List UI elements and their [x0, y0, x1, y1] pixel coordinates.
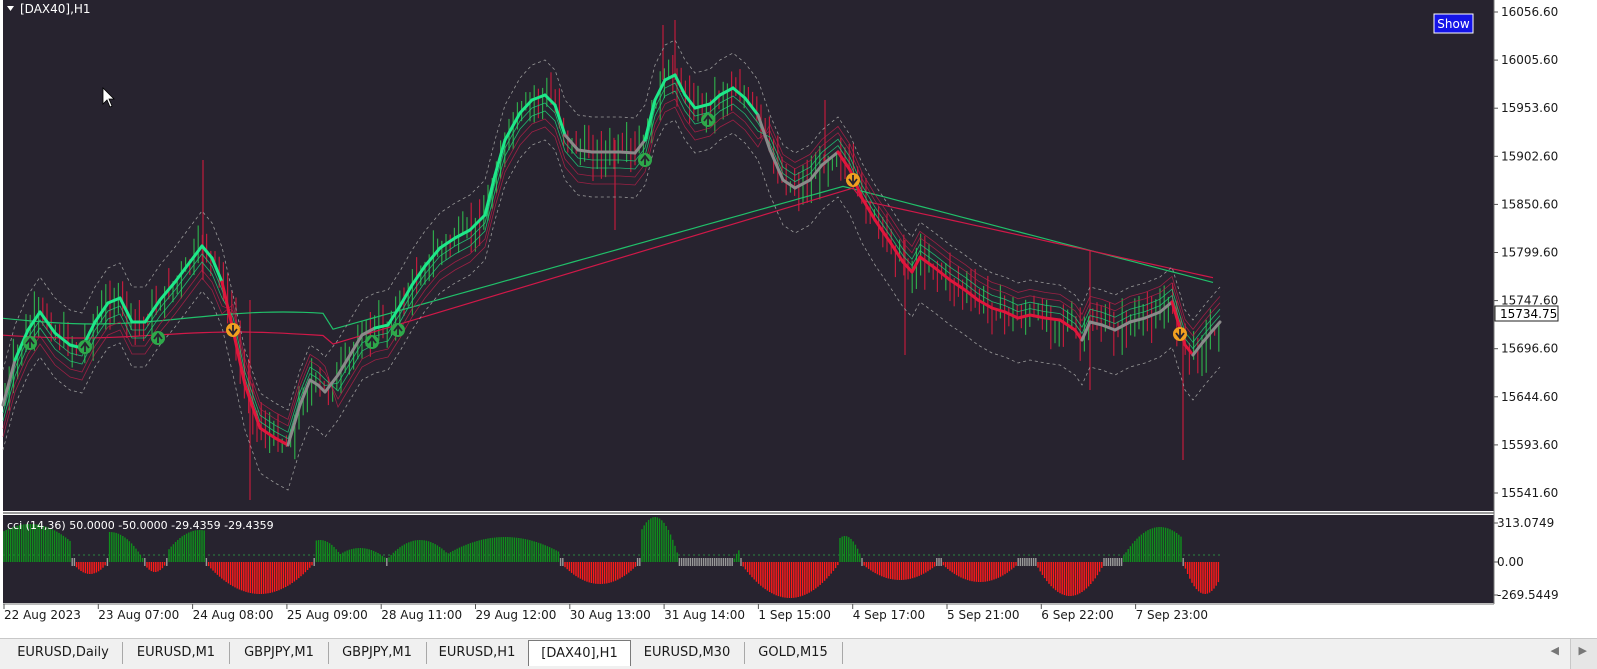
trend-line-segment	[576, 148, 594, 154]
main-plot-background[interactable]	[3, 0, 1494, 511]
current-price-label: 15734.75	[1500, 307, 1557, 321]
price-label: 15696.60	[1501, 342, 1558, 356]
show-button[interactable]: Show	[1433, 13, 1474, 34]
chart-window[interactable]: 16056.60 16005.60 15953.60 15902.60 15850.60…	[0, 0, 1597, 638]
time-axis[interactable]: 22 Aug 2023 23 Aug 07:00 24 Aug 08:00 25 Au…	[3, 604, 1208, 622]
price-label: 16005.60	[1501, 53, 1558, 67]
buy-signal-arrow-icon	[638, 153, 652, 167]
time-label: 30 Aug 13:00	[570, 608, 651, 622]
time-label: 29 Aug 12:00	[476, 608, 557, 622]
buy-signal-arrow-icon	[365, 335, 379, 349]
tab-eurusd-h1[interactable]: EURUSD,H1	[426, 642, 529, 664]
time-label: 4 Sep 17:00	[853, 608, 925, 622]
buy-signal-arrow-icon	[151, 331, 165, 345]
chart-symbol-header[interactable]: [DAX40],H1	[7, 2, 91, 16]
time-label: 22 Aug 2023	[4, 608, 81, 622]
buy-signal-arrow-icon	[23, 336, 37, 350]
price-label: 15593.60	[1501, 438, 1558, 452]
show-button-label: Show	[1437, 17, 1470, 31]
price-label: 15644.60	[1501, 390, 1558, 404]
cci-scale-label: 0.00	[1497, 555, 1524, 569]
buy-signal-arrow-icon	[701, 113, 715, 127]
price-label: 15799.60	[1501, 246, 1558, 260]
time-label: 5 Sep 21:00	[947, 608, 1019, 622]
cci-scale-label: -269.5449	[1497, 588, 1559, 602]
trend-line-segment	[1043, 316, 1062, 322]
price-axis[interactable]: 16056.60 16005.60 15953.60 15902.60 15850.60…	[1494, 5, 1559, 602]
price-label: 15953.60	[1501, 101, 1558, 115]
buy-signal-arrow-icon	[391, 323, 405, 337]
time-label: 6 Sep 22:00	[1041, 608, 1113, 622]
current-price-marker: 15734.75	[1494, 305, 1559, 322]
sell-signal-arrow-icon	[226, 323, 240, 337]
tab-dax40-h1[interactable]: [DAX40],H1	[528, 640, 631, 666]
buy-signal-arrow-icon	[78, 340, 92, 354]
time-label: 25 Aug 09:00	[287, 608, 368, 622]
time-label: 28 Aug 11:00	[381, 608, 462, 622]
tab-scroll-left-icon[interactable]: ◀	[1551, 644, 1559, 657]
tab-scroll-right-icon[interactable]: ▶	[1579, 644, 1587, 657]
price-label: 15541.60	[1501, 486, 1558, 500]
sell-signal-arrow-icon	[846, 173, 860, 187]
price-label: 16056.60	[1501, 5, 1558, 19]
cci-scale-label: 313.0749	[1497, 516, 1554, 530]
chart-symbol-label: [DAX40],H1	[20, 2, 91, 16]
tab-eurusd-m1[interactable]: EURUSD,M1	[123, 642, 230, 664]
trading-terminal-window: 16056.60 16005.60 15953.60 15902.60 15850.60…	[0, 0, 1597, 669]
price-label: 15902.60	[1501, 149, 1558, 163]
price-label: 15850.60	[1501, 197, 1558, 211]
tab-eurusd-m30[interactable]: EURUSD,M30	[630, 642, 745, 664]
time-label: 31 Aug 14:00	[664, 608, 745, 622]
tab-gbpjpy-m1[interactable]: GBPJPY,M1	[328, 642, 427, 664]
chart-svg[interactable]: 16056.60 16005.60 15953.60 15902.60 15850.60…	[0, 0, 1597, 638]
time-label: 24 Aug 08:00	[193, 608, 274, 622]
time-label: 23 Aug 07:00	[98, 608, 179, 622]
trend-line-segment	[618, 150, 637, 155]
sell-signal-arrow-icon	[1173, 327, 1187, 341]
chart-tabs-bar: EURUSD,Daily EURUSD,M1 GBPJPY,M1 GBPJPY,M1 E…	[0, 638, 1597, 669]
tab-eurusd-daily[interactable]: EURUSD,Daily	[4, 642, 123, 664]
time-label: 7 Sep 23:00	[1136, 608, 1208, 622]
tab-gbpjpy-m1[interactable]: GBPJPY,M1	[230, 642, 329, 664]
tab-gold-m15[interactable]: GOLD,M15	[744, 642, 843, 664]
cci-indicator-label: cci (14,36) 50.0000 -50.0000 -29.4359 -2…	[7, 519, 274, 532]
time-label: 1 Sep 15:00	[758, 608, 830, 622]
